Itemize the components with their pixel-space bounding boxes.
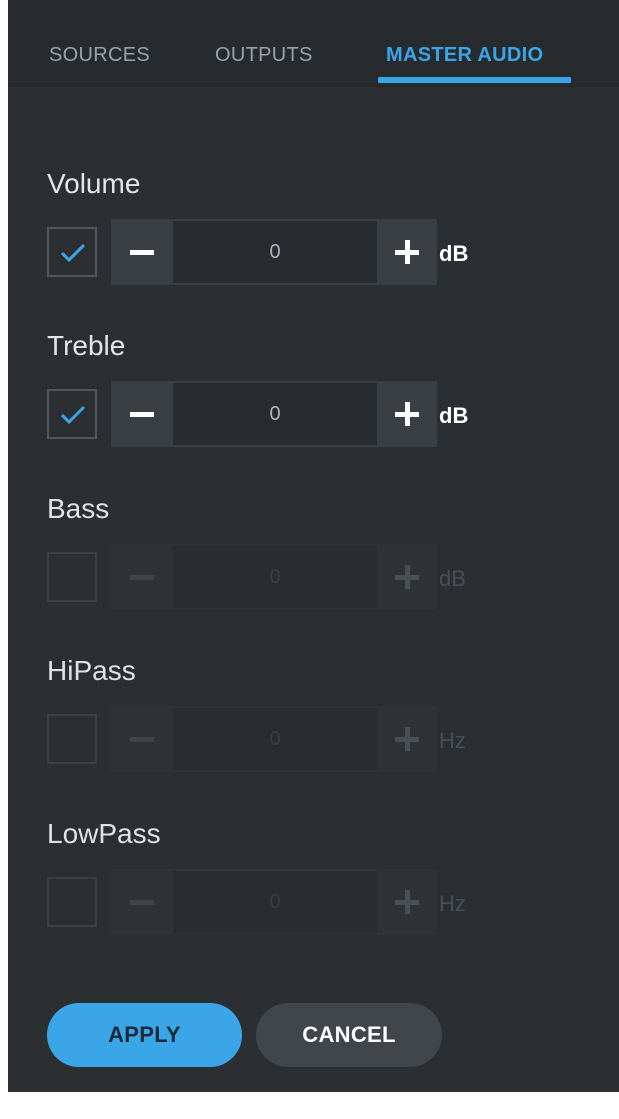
bass-stepper: 0	[111, 544, 437, 610]
minus-icon	[130, 574, 154, 580]
tab-sources[interactable]: SOURCES	[49, 44, 150, 67]
control-label: HiPass	[47, 655, 136, 686]
tab-bar: SOURCES OUTPUTS MASTER AUDIO	[8, 0, 619, 87]
treble-increment-button[interactable]	[377, 381, 437, 447]
active-tab-indicator	[378, 77, 571, 83]
volume-increment-button[interactable]	[377, 219, 437, 285]
hipass-value-field[interactable]: 0	[173, 708, 377, 770]
hipass-stepper: 0	[111, 706, 437, 772]
control-label: Bass	[47, 493, 110, 524]
hipass-decrement-button[interactable]	[111, 706, 173, 772]
lowpass-checkbox[interactable]	[47, 877, 97, 927]
control-group-bass: Bass 0 dB	[47, 493, 607, 613]
unit-label: dB	[439, 241, 469, 266]
lowpass-increment-button[interactable]	[377, 869, 437, 935]
control-label: LowPass	[47, 818, 161, 849]
lowpass-decrement-button[interactable]	[111, 869, 173, 935]
volume-checkbox[interactable]	[47, 227, 97, 277]
treble-stepper: 0	[111, 381, 437, 447]
lowpass-stepper: 0	[111, 869, 437, 935]
treble-decrement-button[interactable]	[111, 381, 173, 447]
volume-decrement-button[interactable]	[111, 219, 173, 285]
minus-icon	[130, 899, 154, 905]
bass-checkbox[interactable]	[47, 552, 97, 602]
hipass-checkbox[interactable]	[47, 714, 97, 764]
control-label: Volume	[47, 168, 141, 199]
unit-label: dB	[439, 566, 466, 591]
lowpass-value-field[interactable]: 0	[173, 871, 377, 933]
unit-label: dB	[439, 403, 469, 428]
treble-value-field[interactable]: 0	[173, 383, 377, 445]
cancel-button[interactable]: CANCEL	[256, 1003, 442, 1067]
control-group-lowpass: LowPass 0 Hz	[47, 818, 607, 938]
bass-decrement-button[interactable]	[111, 544, 173, 610]
check-icon	[60, 405, 86, 425]
minus-icon	[130, 736, 154, 742]
bass-value-field[interactable]: 0	[173, 546, 377, 608]
unit-label: Hz	[439, 891, 466, 916]
volume-stepper: 0	[111, 219, 437, 285]
check-icon	[60, 243, 86, 263]
unit-label: Hz	[439, 728, 466, 753]
control-group-volume: Volume 0 dB	[47, 168, 607, 288]
master-audio-panel: SOURCES OUTPUTS MASTER AUDIO Volume 0 dB…	[8, 0, 619, 1092]
tab-outputs[interactable]: OUTPUTS	[215, 44, 313, 67]
volume-value-field[interactable]: 0	[173, 221, 377, 283]
apply-button[interactable]: APPLY	[47, 1003, 242, 1067]
minus-icon	[130, 249, 154, 255]
control-label: Treble	[47, 330, 126, 361]
tab-master-audio[interactable]: MASTER AUDIO	[386, 44, 543, 67]
hipass-increment-button[interactable]	[377, 706, 437, 772]
control-group-treble: Treble 0 dB	[47, 330, 607, 450]
treble-checkbox[interactable]	[47, 389, 97, 439]
control-group-hipass: HiPass 0 Hz	[47, 655, 607, 775]
minus-icon	[130, 411, 154, 417]
bass-increment-button[interactable]	[377, 544, 437, 610]
